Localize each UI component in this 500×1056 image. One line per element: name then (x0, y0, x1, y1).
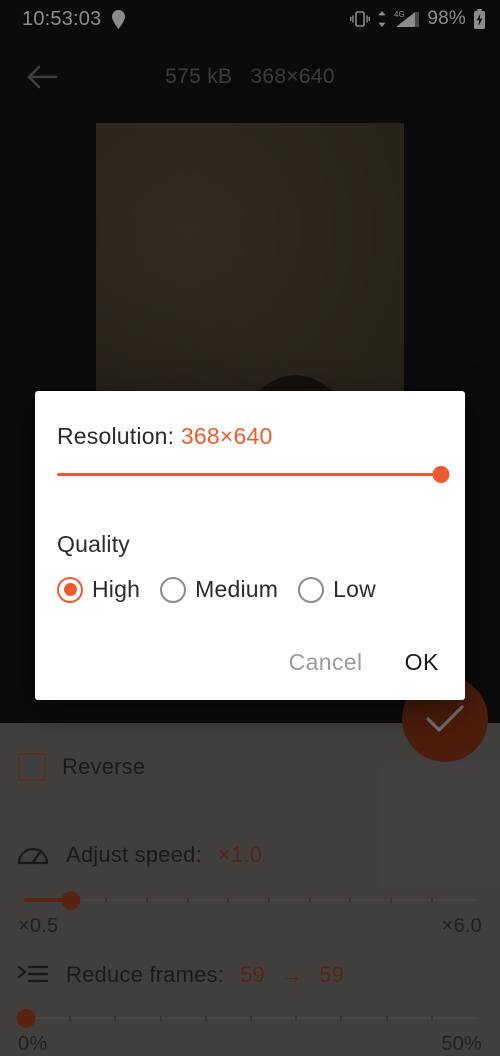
resolution-value: 368×640 (180, 423, 273, 449)
radio-low-icon[interactable] (298, 576, 325, 603)
app-screen: 10:53:03 4G 98% 575 kB 368×640 Reverse A… (0, 0, 500, 1056)
resolution-slider[interactable] (55, 463, 450, 487)
resolution-label: Resolution: (57, 423, 175, 449)
quality-option-high-label: High (92, 576, 141, 602)
quality-option-low[interactable]: Low (298, 576, 376, 603)
quality-option-high[interactable]: High (57, 576, 140, 603)
ok-button[interactable]: OK (395, 643, 449, 682)
quality-option-medium-label: Medium (195, 576, 279, 602)
radio-high-icon[interactable] (57, 576, 83, 603)
quality-option-medium[interactable]: Medium (160, 576, 278, 603)
dialog-actions: Cancel OK (285, 643, 449, 682)
quality-label: Quality (57, 531, 130, 557)
quality-radio-group: High Medium Low (57, 576, 376, 603)
resolution-quality-dialog: Resolution: 368×640 Quality High Medium … (35, 391, 465, 700)
cancel-button[interactable]: Cancel (285, 643, 367, 682)
resolution-slider-thumb[interactable] (432, 466, 450, 483)
quality-option-low-label: Low (333, 576, 376, 602)
resolution-label-row: Resolution: 368×640 (57, 423, 272, 450)
resolution-slider-track (57, 473, 439, 476)
radio-medium-icon[interactable] (160, 576, 187, 603)
